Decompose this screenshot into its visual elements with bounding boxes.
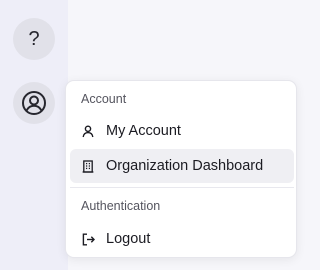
help-icon: ?: [28, 27, 40, 50]
section-label-authentication: Authentication: [81, 199, 161, 213]
menu-item-label: My Account: [106, 123, 181, 139]
user-icon: [81, 124, 95, 138]
building-icon: [81, 159, 95, 173]
account-dropdown-menu: Account My Account Organization Dashboar…: [65, 80, 297, 258]
menu-item-organization-dashboard[interactable]: Organization Dashboard: [70, 149, 294, 183]
logout-icon: [81, 232, 95, 246]
user-circle-icon: [21, 90, 47, 116]
menu-item-label: Organization Dashboard: [106, 158, 264, 174]
menu-item-logout[interactable]: Logout: [70, 222, 294, 256]
sidebar: ?: [0, 0, 68, 270]
menu-item-label: Logout: [106, 231, 151, 247]
menu-item-my-account[interactable]: My Account: [70, 114, 294, 148]
section-label-account: Account: [81, 92, 127, 106]
help-button[interactable]: ?: [13, 18, 55, 60]
account-button[interactable]: [13, 82, 55, 124]
menu-divider: [70, 187, 294, 188]
